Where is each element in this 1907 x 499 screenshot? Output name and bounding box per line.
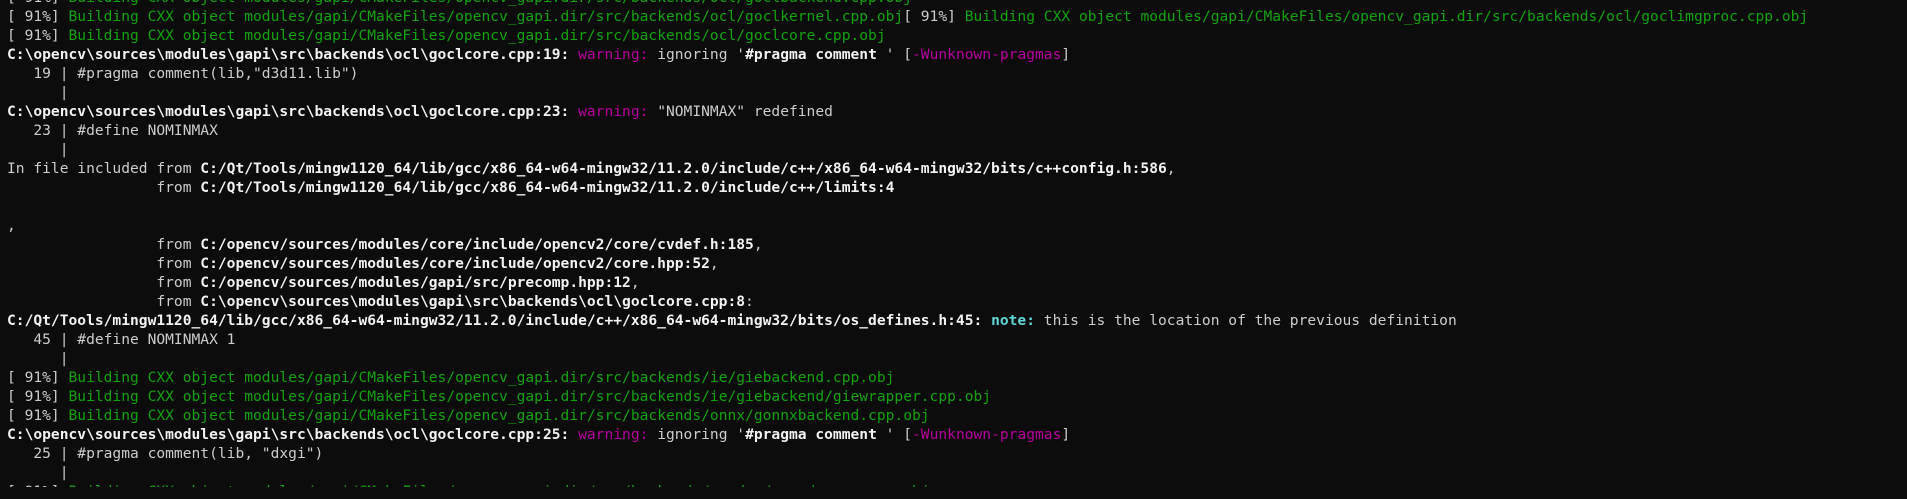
terminal-line: from C:/opencv/sources/modules/core/incl… xyxy=(7,254,1907,273)
terminal-text-segment: , xyxy=(753,236,763,253)
terminal-text-segment: , xyxy=(709,255,719,272)
terminal-output[interactable]: [ 91%] Building CXX object modules/gapi/… xyxy=(0,0,1907,487)
terminal-text-segment: C:\opencv\sources\modules\gapi\src\backe… xyxy=(7,426,579,443)
terminal-line: | xyxy=(7,140,1907,159)
terminal-text-segment: [ 91%] xyxy=(7,388,69,405)
terminal-text-segment: C:\opencv\sources\modules\gapi\src\backe… xyxy=(7,103,579,120)
terminal-text-segment: [ 91%] xyxy=(903,8,965,25)
terminal-text-segment: C:/Qt/Tools/mingw1120_64/lib/gcc/x86_64-… xyxy=(200,179,895,196)
terminal-text-segment: #pragma comment xyxy=(745,426,886,443)
terminal-text-segment: -Wunknown-pragmas xyxy=(912,46,1062,63)
terminal-line: C:/Qt/Tools/mingw1120_64/lib/gcc/x86_64-… xyxy=(7,311,1907,330)
terminal-line: [ 91%] Building CXX object modules/gapi/… xyxy=(7,387,1907,406)
terminal-line: [ 91%] Building CXX object modules/gapi/… xyxy=(7,482,1907,487)
terminal-text-segment: C:/Qt/Tools/mingw1120_64/lib/gcc/x86_64-… xyxy=(200,160,1167,177)
terminal-line: 25 | #pragma comment(lib, "dxgi") xyxy=(7,444,1907,463)
terminal-text-segment: ] xyxy=(1061,46,1071,63)
terminal-text-segment: | xyxy=(7,350,69,367)
terminal-line: [ 91%] Building CXX object modules/gapi/… xyxy=(7,406,1907,425)
terminal-text-segment: C:/Qt/Tools/mingw1120_64/lib/gcc/x86_64-… xyxy=(7,312,992,329)
terminal-text-segment: -Wunknown-pragmas xyxy=(912,426,1062,443)
terminal-line: C:\opencv\sources\modules\gapi\src\backe… xyxy=(7,102,1907,121)
terminal-text-segment: | xyxy=(7,464,69,481)
terminal-line: | xyxy=(7,83,1907,102)
terminal-line: from C:/opencv/sources/modules/core/incl… xyxy=(7,235,1907,254)
terminal-line: from C:\opencv\sources\modules\gapi\src\… xyxy=(7,292,1907,311)
terminal-text-segment: : xyxy=(745,293,754,310)
terminal-text-segment: C:/opencv/sources/modules/core/include/o… xyxy=(200,255,710,272)
terminal-line: from C:/Qt/Tools/mingw1120_64/lib/gcc/x8… xyxy=(7,178,1907,197)
terminal-text-segment: #pragma comment xyxy=(745,46,886,63)
terminal-text-segment: Building CXX object modules/gapi/CMakeFi… xyxy=(68,27,886,44)
terminal-text-segment: [ 91%] xyxy=(7,0,69,6)
terminal-text-segment: Building CXX object modules/gapi/CMakeFi… xyxy=(69,483,930,487)
terminal-text-segment: [ 91%] xyxy=(7,8,69,25)
terminal-text-segment: [ 91%] xyxy=(7,27,69,44)
terminal-text-segment: from xyxy=(7,274,201,291)
terminal-text-segment: Building CXX object modules/gapi/CMakeFi… xyxy=(964,8,1809,25)
terminal-text-segment: C:/opencv/sources/modules/core/include/o… xyxy=(200,236,754,253)
terminal-line: [ 91%] Building CXX object modules/gapi/… xyxy=(7,7,1907,26)
terminal-text-segment: , xyxy=(7,217,16,234)
terminal-text-segment: [ 91%] xyxy=(7,369,69,386)
terminal-text-segment: warning: xyxy=(578,103,658,120)
terminal-text-segment: from xyxy=(7,255,201,272)
terminal-line: 23 | #define NOMINMAX xyxy=(7,121,1907,140)
terminal-text-segment: C:\opencv\sources\modules\gapi\src\backe… xyxy=(7,46,579,63)
terminal-text-segment: 25 | #pragma comment(lib, "dxgi") xyxy=(7,445,324,462)
terminal-text-segment: ' [ xyxy=(885,426,913,443)
terminal-text-segment: , xyxy=(630,274,640,291)
terminal-line: 45 | #define NOMINMAX 1 xyxy=(7,330,1907,349)
terminal-line: In file included from C:/Qt/Tools/mingw1… xyxy=(7,159,1907,178)
terminal-text-segment: | xyxy=(7,141,69,158)
terminal-line: 19 | #pragma comment(lib,"d3d11.lib") xyxy=(7,64,1907,83)
terminal-text-segment: from xyxy=(7,293,201,310)
terminal-text-segment: | xyxy=(7,84,69,101)
terminal-text-segment: Building CXX object modules/gapi/CMakeFi… xyxy=(69,0,912,6)
terminal-text-segment: warning: xyxy=(578,426,658,443)
terminal-line: [ 91%] Building CXX object modules/gapi/… xyxy=(7,0,1907,7)
terminal-text-segment: ignoring ' xyxy=(657,426,746,443)
terminal-text-segment: ignoring ' xyxy=(657,46,746,63)
terminal-text-segment: ' [ xyxy=(885,46,913,63)
terminal-text-segment: 23 | #define NOMINMAX xyxy=(7,122,218,139)
terminal-text-segment: from xyxy=(7,179,201,196)
terminal-text-segment: [ 91%] xyxy=(7,407,69,424)
terminal-text-segment: C:/opencv/sources/modules/gapi/src/preco… xyxy=(200,274,631,291)
terminal-text-segment: this is the location of the previous def… xyxy=(1043,312,1457,329)
terminal-text-segment: In file included from xyxy=(7,160,201,177)
terminal-line: | xyxy=(7,463,1907,482)
terminal-text-segment: warning: xyxy=(578,46,658,63)
terminal-text-segment: C:\opencv\sources\modules\gapi\src\backe… xyxy=(200,293,746,310)
terminal-line: | xyxy=(7,349,1907,368)
terminal-text-segment: 45 | #define NOMINMAX 1 xyxy=(7,331,236,348)
terminal-line: [ 91%] Building CXX object modules/gapi/… xyxy=(7,26,1907,45)
terminal-text-segment: note: xyxy=(991,312,1044,329)
terminal-line: C:\opencv\sources\modules\gapi\src\backe… xyxy=(7,425,1907,444)
terminal-text-segment: [ 91%] xyxy=(7,483,69,487)
terminal-line: , xyxy=(7,216,1907,235)
terminal-line: C:\opencv\sources\modules\gapi\src\backe… xyxy=(7,45,1907,64)
terminal-text-segment: ] xyxy=(1061,426,1071,443)
terminal-line: from C:/opencv/sources/modules/gapi/src/… xyxy=(7,273,1907,292)
terminal-text-segment: "NOMINMAX" redefined xyxy=(657,103,833,120)
terminal-text-segment: 19 | #pragma comment(lib,"d3d11.lib") xyxy=(7,65,359,82)
terminal-text-segment: from xyxy=(7,236,201,253)
terminal-text-segment: Building CXX object modules/gapi/CMakeFi… xyxy=(68,8,904,25)
terminal-text-segment: Building CXX object modules/gapi/CMakeFi… xyxy=(68,369,895,386)
terminal-text-segment: Building CXX object modules/gapi/CMakeFi… xyxy=(68,388,992,405)
terminal-line: [ 91%] Building CXX object modules/gapi/… xyxy=(7,368,1907,387)
terminal-text-segment: Building CXX object modules/gapi/CMakeFi… xyxy=(68,407,930,424)
terminal-text-segment: , xyxy=(1166,160,1176,177)
